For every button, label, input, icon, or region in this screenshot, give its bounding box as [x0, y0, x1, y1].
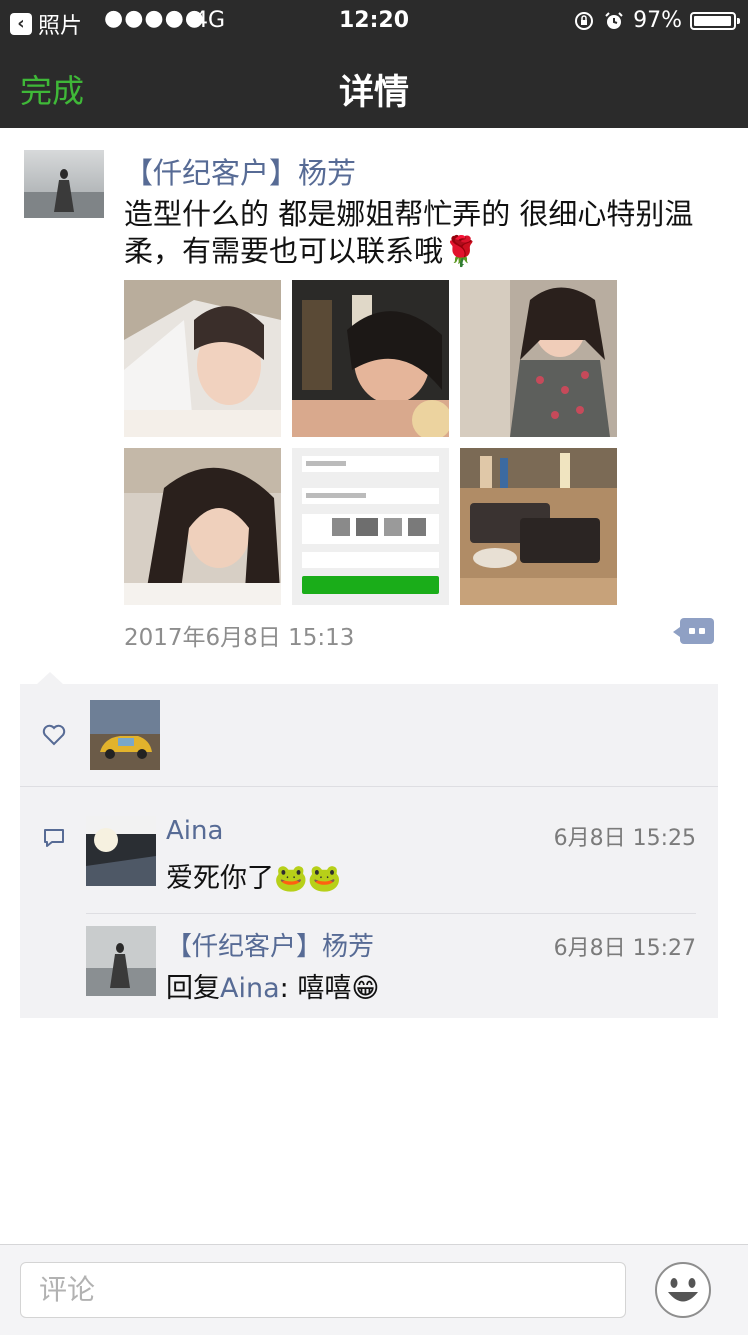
rotation-lock-icon — [575, 11, 594, 30]
photo-selfie-hair[interactable] — [124, 448, 281, 605]
commenter-avatar[interactable] — [86, 926, 156, 996]
battery-icon — [690, 11, 740, 30]
liker-avatar[interactable] — [90, 700, 160, 770]
reply-body: : 嘻嘻😁 — [279, 973, 380, 1004]
comment-time: 6月8日 15:27 — [553, 936, 696, 961]
comment-text: 爱死你了🐸🐸 — [166, 863, 342, 894]
heart-icon — [42, 724, 66, 746]
reply-text: 回复Aina: 嘻嘻😁 — [166, 966, 379, 1005]
photo-table-bags[interactable] — [460, 448, 617, 605]
comment-item[interactable]: Aina 6月8日 15:25 爱死你了🐸🐸 — [86, 816, 696, 894]
photo-girl-dress[interactable] — [460, 280, 617, 437]
reply-prefix: 回复 — [166, 973, 220, 1004]
alarm-icon — [605, 11, 623, 29]
comment-input[interactable]: 评论 — [20, 1262, 626, 1318]
comment-item[interactable]: 【仟纪客户】杨芳 6月8日 15:27 回复Aina: 嘻嘻😁 — [86, 926, 696, 1005]
post-author[interactable]: 【仟纪客户】杨芳 — [124, 150, 356, 192]
photo-bride-night[interactable] — [292, 280, 449, 437]
commenter-avatar[interactable] — [86, 816, 156, 886]
photo-bride-veil[interactable] — [124, 280, 281, 437]
interaction-panel: Aina 6月8日 15:25 爱死你了🐸🐸 【仟纪客户】杨芳 6月8日 15:… — [20, 684, 718, 1018]
post-timestamp: 2017年6月8日 15:13 — [124, 625, 355, 651]
comment-action-button[interactable] — [673, 618, 714, 644]
battery-percent: 97% — [633, 8, 682, 33]
comment-icon — [44, 829, 64, 847]
reply-target[interactable]: Aina — [220, 973, 280, 1004]
comment-time: 6月8日 15:25 — [553, 826, 696, 851]
nav-bar: 完成 详情 — [0, 42, 748, 128]
status-bar: ‹ 照片 ●●●●● 4G 12:20 97% — [0, 0, 748, 42]
comment-divider — [86, 913, 696, 914]
emoji-icon[interactable] — [654, 1261, 712, 1319]
author-avatar[interactable] — [24, 150, 104, 218]
like-row — [20, 684, 718, 787]
commenter-name[interactable]: 【仟纪客户】杨芳 — [166, 926, 374, 963]
page-title: 详情 — [338, 73, 409, 113]
comment-input-bar: 评论 — [0, 1244, 748, 1335]
photo-app-screenshot[interactable] — [292, 448, 449, 605]
commenter-name[interactable]: Aina — [166, 816, 223, 846]
post-text: 造型什么的 都是娜姐帮忙弄的 很细心特别温柔，有需要也可以联系哦🌹 — [124, 197, 694, 268]
